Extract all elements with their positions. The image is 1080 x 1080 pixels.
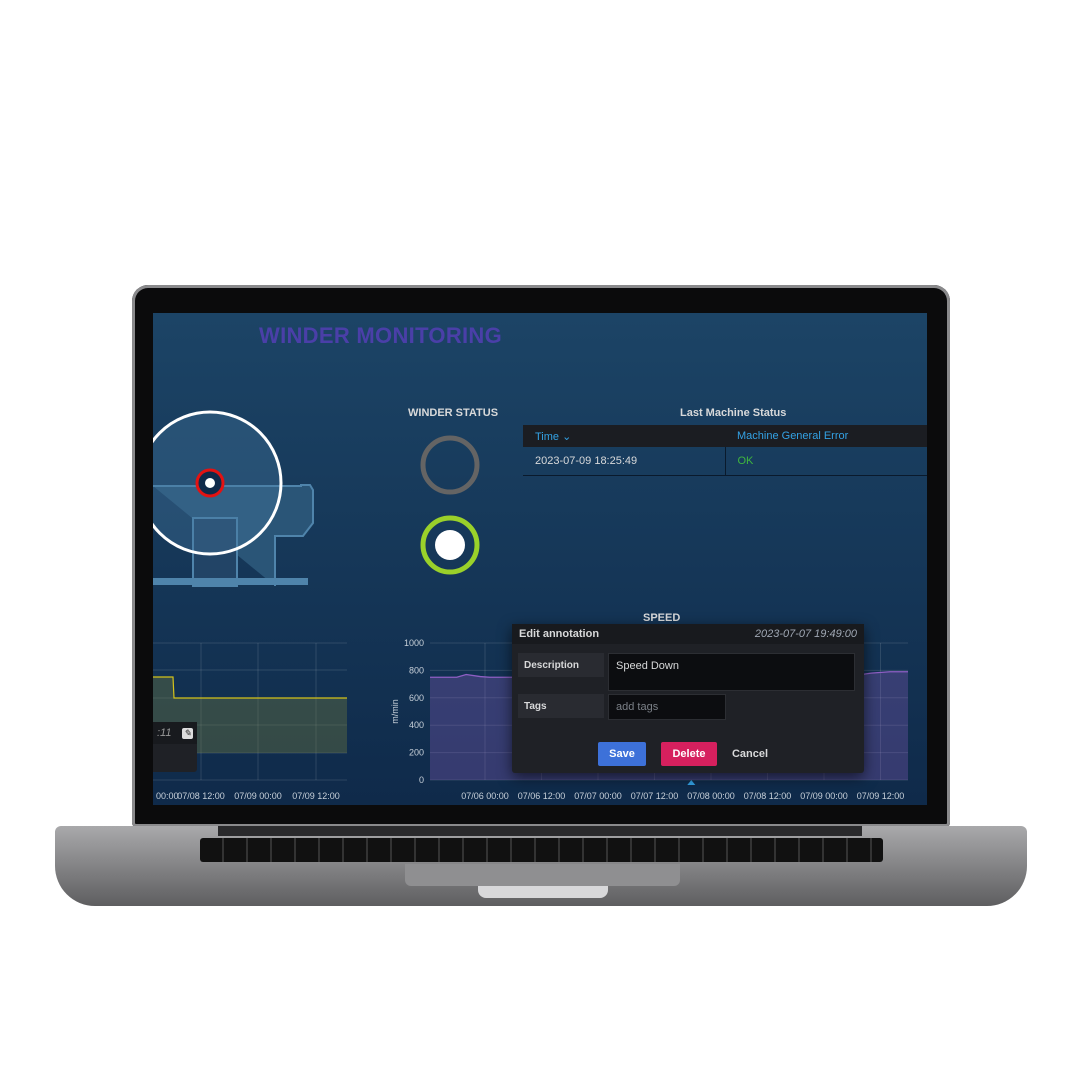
status-indicator-on (435, 530, 465, 560)
winder-status-indicators (420, 435, 480, 575)
delete-button[interactable]: Delete (661, 742, 717, 766)
x-tick-label: 07/08 00:00 (687, 791, 735, 801)
last-status-title: Last Machine Status (680, 407, 787, 419)
winder-base (153, 578, 308, 585)
description-input[interactable]: Speed Down (608, 653, 855, 691)
keyboard (200, 838, 883, 862)
tags-input[interactable]: add tags (608, 694, 726, 720)
x-tick-label: 07/07 00:00 (574, 791, 622, 801)
x-tick-label: 07/08 12:00 (744, 791, 792, 801)
y-tick-label: 0 (419, 775, 424, 785)
y-tick-label: 1000 (404, 638, 424, 648)
x-tick-label: 07/09 12:00 (292, 791, 340, 801)
edit-icon[interactable]: ✎ (182, 727, 193, 739)
x-tick-label: 07/09 12:00 (857, 791, 905, 801)
save-button[interactable]: Save (598, 742, 646, 766)
speed-title: SPEED (643, 612, 681, 624)
dashboard-screen: WINDER MONITORING WINDER STATUS Last Mac… (153, 313, 927, 805)
annotation-time: 2023-07-07 19:49:00 (754, 628, 857, 640)
y-tick-label: 600 (409, 693, 424, 703)
last-status-table: Time ⌄ Machine General Error 2023-07-09 … (523, 425, 927, 476)
description-label: Description (518, 653, 604, 677)
x-tick-label: 07/08 12:00 (177, 791, 225, 801)
x-tick-label: 07/06 00:00 (461, 791, 509, 801)
sort-chevron-down-icon: ⌄ (562, 430, 572, 443)
column-header-time[interactable]: Time ⌄ (523, 425, 725, 447)
winder-status-title: WINDER STATUS (408, 407, 499, 419)
y-axis-label: m/min (390, 699, 400, 724)
x-tick-label: 07/06 12:00 (518, 791, 566, 801)
cell-error: OK (725, 447, 927, 476)
chart-tooltip: :11 ✎ (153, 722, 197, 772)
x-tick-label: 00:00 (156, 791, 179, 801)
winder-diagram (153, 410, 314, 587)
table-row: 2023-07-09 18:25:49 OK (523, 447, 927, 476)
left-chart: 00:0007/08 12:00 07/09 00:00 07/09 12:00 (153, 642, 347, 801)
y-tick-label: 200 (409, 748, 424, 758)
tags-label: Tags (518, 694, 604, 718)
trackpad (405, 864, 680, 886)
lid-notch (478, 886, 608, 898)
dialog-title: Edit annotation (519, 628, 600, 640)
series-line (153, 676, 347, 699)
edit-annotation-dialog: Edit annotation 2023-07-07 19:49:00 Desc… (512, 624, 864, 773)
roll-core (205, 478, 215, 488)
tooltip-time: :11 (157, 727, 172, 739)
annotation-marker (687, 780, 696, 785)
y-tick-label: 800 (409, 665, 424, 675)
dashboard-title: WINDER MONITORING (259, 323, 503, 348)
x-tick-label: 07/09 00:00 (234, 791, 282, 801)
x-tick-label: 07/09 00:00 (800, 791, 848, 801)
laptop-hinge (218, 826, 862, 836)
status-indicator-off (420, 435, 480, 495)
y-tick-label: 400 (409, 720, 424, 730)
x-tick-label: 07/07 12:00 (631, 791, 679, 801)
cancel-button[interactable]: Cancel (725, 742, 775, 766)
cell-time: 2023-07-09 18:25:49 (523, 447, 726, 476)
column-header-error[interactable]: Machine General Error (725, 425, 927, 447)
